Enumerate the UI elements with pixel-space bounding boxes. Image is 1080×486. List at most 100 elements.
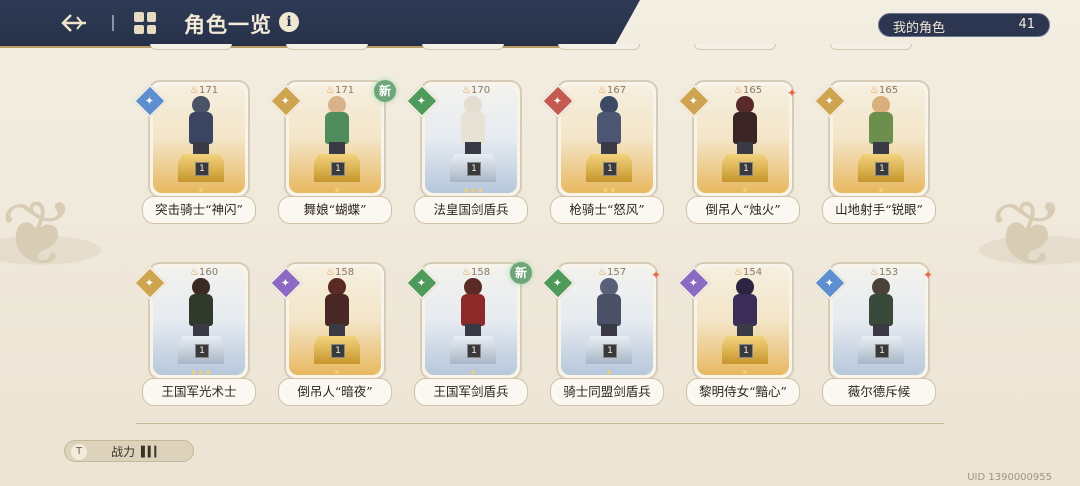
flame-icon: ♨ [326,85,335,96]
character-card[interactable]: 1 ★★ ♨167 ✦ 枪骑士“怒风” [541,80,666,226]
menu-grid-icon[interactable] [134,12,156,34]
power-value: ♨165 [734,85,762,96]
power-number: 158 [334,267,355,278]
character-name: 倒吊人“烛火” [686,196,800,224]
star-rating: ★ [877,186,885,195]
star-rating: ★★★ [190,368,212,377]
character-card[interactable]: 1 ★ ♨154 ✦ 黎明侍女“黯心” [677,262,802,408]
flame-icon: ♨ [598,267,607,278]
power-number: 158 [470,267,491,278]
character-sprite [592,96,626,154]
power-value: ♨157 [598,267,626,278]
level-badge: 1 [603,162,617,176]
spark-icon: ✦ [787,86,798,100]
level-badge: 1 [331,344,345,358]
star-rating: ★★★ [462,186,484,195]
character-count: 我的角色 41 [878,13,1050,37]
uid-text: UID 1390000955 [967,472,1052,483]
count-label: 我的角色 [893,21,946,36]
power-value: ♨160 [190,267,218,278]
header-separator [112,15,114,31]
character-card[interactable]: 1 ♨153 ✦ ✦ 薇尔德斥候 [813,262,938,408]
page-title: 角色一览 [184,12,272,37]
character-card[interactable]: 1 ★ ♨171 ✦ 新 舞娘“蝴蝶” [269,80,396,226]
power-value: ♨167 [598,85,626,96]
character-name: 王国军剑盾兵 [414,378,528,406]
power-value: ♨158 [326,267,354,278]
power-number: 154 [742,267,763,278]
level-badge: 1 [467,162,481,176]
character-name: 骑士同盟剑盾兵 [550,378,664,406]
character-card[interactable]: 1 ★ ♨157 ✦ ✦ 骑士同盟剑盾兵 [541,262,666,408]
star-rating: ★ [605,368,613,377]
character-card[interactable]: 1 ★ ♨158 ✦ 新 王国军剑盾兵 [405,262,532,408]
character-sprite [320,96,354,154]
sort-type-icon: T [71,444,87,460]
background [0,0,1080,486]
character-card[interactable]: 1 ★ ♨165 ✦ ✦ 倒吊人“烛火” [677,80,802,226]
character-card[interactable]: 1 ★★★ ♨160 ✦ 王国军光术士 [133,262,258,408]
character-card[interactable]: 1 ★★★ ♨170 ✦ 法皇国剑盾兵 [405,80,530,226]
star-rating: ★ [333,368,341,377]
character-name: 黎明侍女“黯心” [686,378,800,406]
star-rating: ★★ [601,186,617,195]
back-button[interactable] [54,7,94,39]
character-name: 法皇国剑盾兵 [414,196,528,224]
header-bar [0,0,640,46]
character-name: 突击骑士“神闪” [142,196,256,224]
flame-icon: ♨ [598,85,607,96]
power-value: ♨170 [462,85,490,96]
prev-row-card[interactable] [830,44,912,50]
power-number: 171 [334,85,355,96]
count-value: 41 [1018,17,1035,32]
ornament-left: ❦ [0,182,76,287]
power-number: 171 [198,85,219,96]
character-sprite [728,278,762,336]
character-name: 山地射手“锐眼” [822,196,936,224]
character-sprite [728,96,762,154]
power-value: ♨153 [870,267,898,278]
info-icon[interactable]: i [279,12,299,32]
power-number: 165 [742,85,763,96]
prev-row-card[interactable] [150,44,232,50]
flame-icon: ♨ [870,267,879,278]
flame-icon: ♨ [462,267,471,278]
character-sprite [320,278,354,336]
star-rating: ★ [741,186,749,195]
level-badge: 1 [331,162,345,176]
power-number: 157 [606,267,627,278]
character-card[interactable]: 1 ★ ♨171 ✦ 突击骑士“神闪” [133,80,258,226]
character-sprite [184,278,218,336]
level-badge: 1 [603,344,617,358]
character-card[interactable]: 1 ★ ♨158 ✦ 倒吊人“暗夜” [269,262,394,408]
sort-by-power-button[interactable]: T 战力 ▌▍▎ [64,440,194,462]
prev-row-card[interactable] [422,44,504,50]
power-number: 160 [198,267,219,278]
flame-icon: ♨ [734,267,743,278]
prev-row-card[interactable] [286,44,368,50]
character-name: 王国军光术士 [142,378,256,406]
spark-icon: ✦ [923,268,934,282]
ornament-right: ❦ [990,182,1066,287]
character-name: 薇尔德斥候 [822,378,936,406]
spark-icon: ✦ [651,268,662,282]
flame-icon: ♨ [462,85,471,96]
power-value: ♨171 [326,85,354,96]
character-sprite [592,278,626,336]
star-rating: ★ [741,368,749,377]
power-number: 165 [878,85,899,96]
sort-label: 战力 [111,445,136,459]
power-number: 170 [470,85,491,96]
character-card[interactable]: 1 ★ ♨165 ✦ 山地射手“锐眼” [813,80,938,226]
prev-row-card[interactable] [694,44,776,50]
star-rating: ★ [333,186,341,195]
prev-row-card[interactable] [558,44,640,50]
star-rating: ★ [469,368,477,377]
level-badge: 1 [739,344,753,358]
level-badge: 1 [875,344,889,358]
divider [136,423,944,424]
character-name: 枪骑士“怒风” [550,196,664,224]
power-number: 153 [878,267,899,278]
character-name: 舞娘“蝴蝶” [278,196,392,224]
power-value: ♨154 [734,267,762,278]
